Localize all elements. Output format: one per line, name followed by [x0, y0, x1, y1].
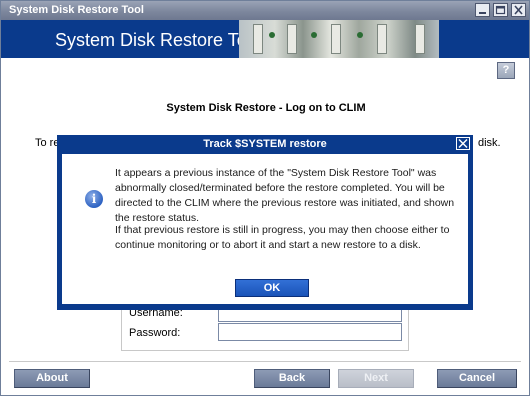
dialog-title: Track $SYSTEM restore	[203, 138, 327, 150]
dialog-message-2: If that previous restore is still in pro…	[115, 224, 450, 251]
modal-overlay: Track $SYSTEM restore i It appears a pre…	[0, 0, 530, 396]
ok-button[interactable]: OK	[235, 279, 309, 297]
info-icon: i	[85, 190, 103, 208]
dialog-close-icon[interactable]	[456, 137, 470, 150]
dialog-body: i It appears a previous instance of the …	[62, 154, 468, 304]
track-restore-dialog: Track $SYSTEM restore i It appears a pre…	[57, 135, 473, 310]
dialog-message-1: It appears a previous instance of the "S…	[115, 167, 455, 224]
